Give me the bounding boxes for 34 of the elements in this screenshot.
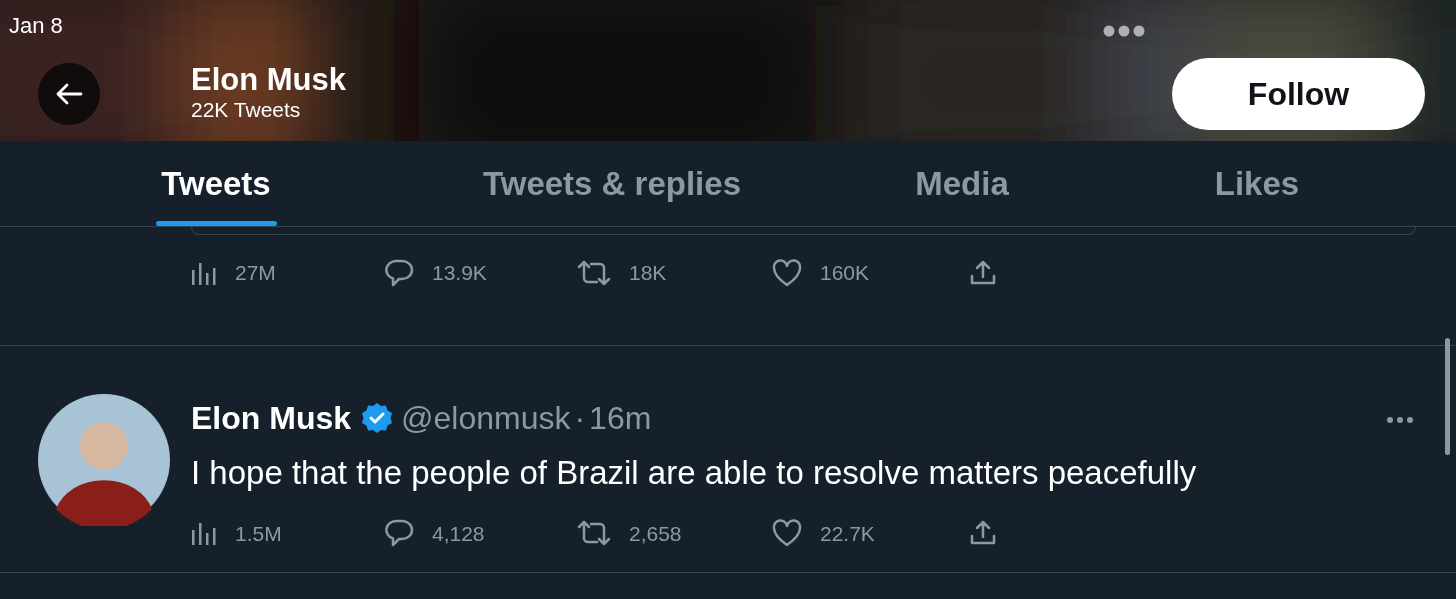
- retweets-count: 18K: [629, 260, 667, 286]
- views-icon[interactable]: [191, 520, 217, 547]
- profile-name: Elon Musk: [191, 64, 346, 95]
- tweet-text: I hope that the people of Brazil are able to resolve matters peacefully: [191, 453, 1198, 493]
- follow-button[interactable]: Follow: [1172, 58, 1425, 130]
- share-icon[interactable]: [969, 258, 997, 287]
- avatar[interactable]: [38, 394, 170, 526]
- more-icon[interactable]: [1103, 24, 1145, 37]
- retweet-icon[interactable]: [577, 519, 611, 548]
- scrollbar[interactable]: [1445, 338, 1450, 455]
- tab[interactable]: Tweets: [0, 141, 432, 226]
- separator-dot: ·: [574, 399, 586, 438]
- heart-icon[interactable]: [772, 258, 802, 287]
- reply-icon[interactable]: [384, 518, 414, 549]
- tweet-time: 16m: [589, 399, 652, 438]
- tab[interactable]: Media: [792, 141, 1132, 226]
- likes-count: 160K: [820, 260, 870, 286]
- views-count: 1.5M: [235, 520, 282, 547]
- status-date: Jan 8: [9, 12, 63, 40]
- tab[interactable]: Likes: [1132, 141, 1382, 226]
- author-name: Elon Musk: [191, 399, 351, 438]
- heart-icon[interactable]: [772, 519, 802, 548]
- tweet-count: 22K Tweets: [191, 99, 301, 120]
- reply-icon[interactable]: [384, 257, 414, 288]
- author-handle: @elonmusk: [401, 399, 571, 438]
- tab[interactable]: Tweets & replies: [432, 141, 792, 226]
- likes-count: 22.7K: [820, 520, 875, 547]
- replies-count: 4,128: [432, 520, 485, 547]
- more-icon[interactable]: [1386, 415, 1414, 424]
- retweet-icon[interactable]: [577, 258, 611, 287]
- back-arrow-icon: [55, 82, 83, 106]
- views-count: 27M: [235, 260, 276, 286]
- replies-count: 13.9K: [432, 260, 487, 286]
- retweets-count: 2,658: [629, 520, 682, 547]
